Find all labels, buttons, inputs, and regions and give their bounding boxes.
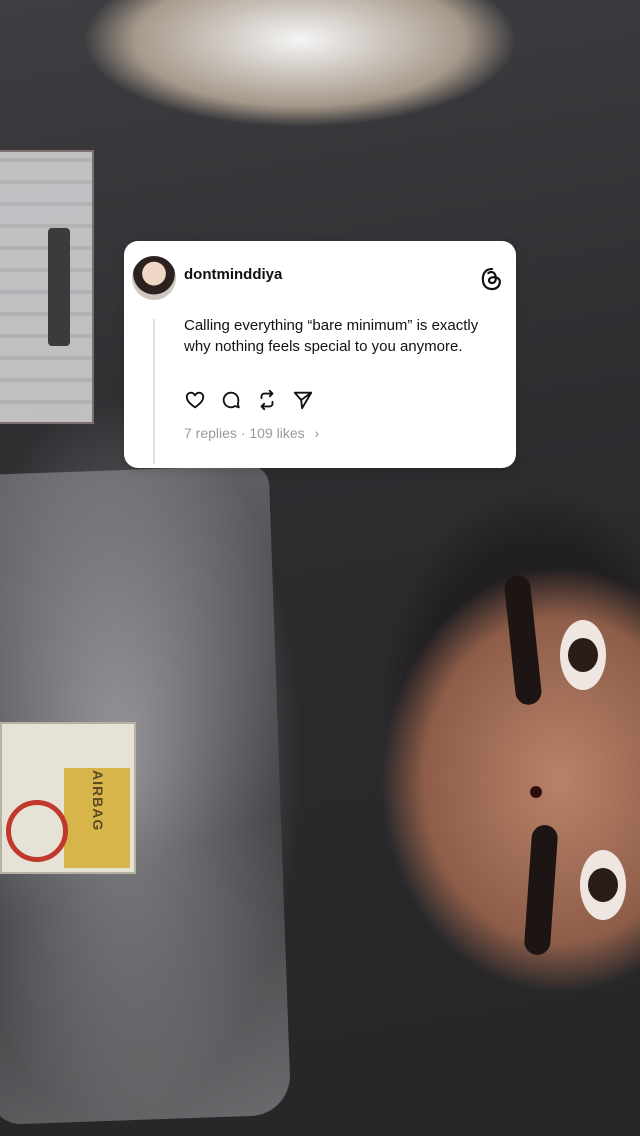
chevron-right-icon[interactable]: › bbox=[315, 425, 320, 441]
stats-separator: · bbox=[240, 425, 246, 441]
post-stats[interactable]: 7 replies · 109 likes › bbox=[184, 425, 319, 441]
threads-post-card[interactable]: dontminddiya Calling everything “bare mi… bbox=[124, 241, 516, 468]
prohibition-sign-icon bbox=[6, 800, 68, 862]
repost-icon[interactable] bbox=[256, 389, 278, 411]
eye-lower bbox=[580, 850, 626, 920]
background-photo: AIRBAG bbox=[0, 0, 640, 1136]
eye-upper bbox=[560, 620, 606, 690]
thread-line bbox=[153, 319, 155, 464]
post-text: Calling everything “bare minimum” is exa… bbox=[184, 317, 479, 355]
action-bar bbox=[184, 389, 314, 411]
replies-count[interactable]: 7 replies bbox=[184, 425, 237, 441]
bindi bbox=[530, 786, 542, 798]
likes-count[interactable]: 109 likes bbox=[249, 425, 304, 441]
comment-icon[interactable] bbox=[220, 389, 242, 411]
username[interactable]: dontminddiya bbox=[184, 266, 282, 283]
avatar[interactable] bbox=[132, 256, 176, 300]
dome-light-switch bbox=[48, 228, 70, 346]
heart-icon[interactable] bbox=[184, 389, 206, 411]
threads-logo-icon bbox=[481, 267, 501, 291]
share-icon[interactable] bbox=[292, 389, 314, 411]
car-dome-light bbox=[0, 150, 94, 424]
airbag-text: AIRBAG bbox=[90, 770, 106, 832]
